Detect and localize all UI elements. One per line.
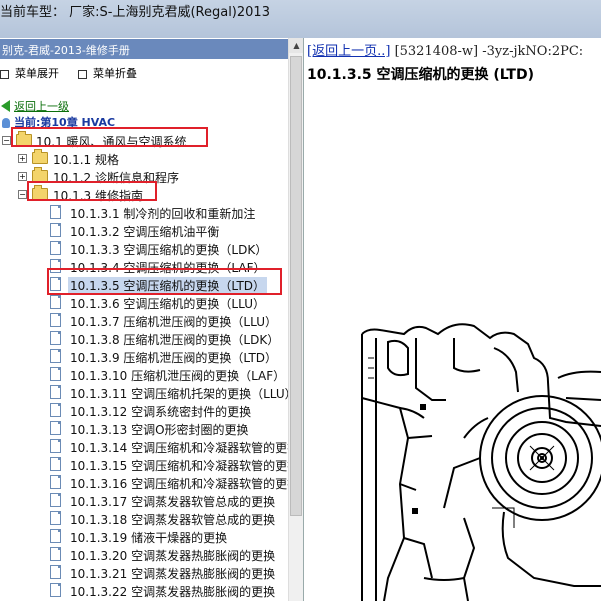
panel-header-title: 别克-君威-2013-维修手册	[2, 44, 130, 57]
document-icon	[50, 493, 61, 507]
document-icon	[50, 385, 61, 399]
folder-icon	[32, 149, 48, 164]
highlight-box	[27, 181, 157, 201]
document-icon	[50, 547, 61, 561]
document-icon	[50, 475, 61, 489]
menu-expand-button[interactable]: 菜单展开	[0, 65, 59, 81]
document-icon	[50, 313, 61, 327]
document-icon	[50, 511, 61, 525]
document-icon	[50, 529, 61, 543]
highlight-box	[47, 268, 282, 295]
highlight-box	[11, 127, 208, 147]
tree-scrollbar[interactable]: ▲	[288, 38, 303, 601]
document-icon	[50, 205, 61, 219]
document-icon	[50, 331, 61, 345]
document-icon	[50, 457, 61, 471]
compressor-diagram	[361, 323, 601, 601]
back-link[interactable]: 返回上一级	[1, 98, 69, 114]
document-icon	[50, 349, 61, 363]
scroll-up-icon[interactable]: ▲	[289, 38, 303, 53]
expand-toggle-icon[interactable]: +	[18, 172, 27, 181]
document-icon	[50, 367, 61, 381]
title-bar: 当前车型： 厂家:S-上海别克君威(Regal)2013	[0, 0, 601, 38]
current-model-label: 当前车型： 厂家:S-上海别克君威(Regal)2013	[0, 5, 270, 20]
document-icon	[50, 565, 61, 579]
expand-icon	[0, 69, 9, 79]
document-icon	[50, 439, 61, 453]
document-icon	[50, 403, 61, 417]
document-icon	[50, 421, 61, 435]
back-arrow-icon	[1, 100, 10, 112]
content-panel: [返回上一页..] [5321408-w] -3yz-jkNO:2PC: 10.…	[304, 38, 601, 601]
tree-panel: 别克-君威-2013-维修手册 菜单展开 菜单折叠 返回上一级 当前:第10章 …	[0, 38, 304, 601]
menu-collapse-button[interactable]: 菜单折叠	[78, 65, 137, 81]
document-icon	[50, 295, 61, 309]
collapse-icon	[78, 69, 87, 79]
document-icon	[50, 223, 61, 237]
document-icon	[50, 241, 61, 255]
document-icon	[50, 583, 61, 597]
tree-folder-10-1-1[interactable]: + 10.1.1 规格	[18, 149, 288, 168]
scrollbar-thumb[interactable]	[290, 56, 302, 516]
panel-header: 别克-君威-2013-维修手册	[0, 39, 288, 59]
bulb-icon	[2, 118, 10, 128]
collapse-toggle-icon[interactable]: −	[18, 190, 27, 199]
collapse-toggle-icon[interactable]: −	[2, 136, 11, 145]
expand-toggle-icon[interactable]: +	[18, 154, 27, 163]
